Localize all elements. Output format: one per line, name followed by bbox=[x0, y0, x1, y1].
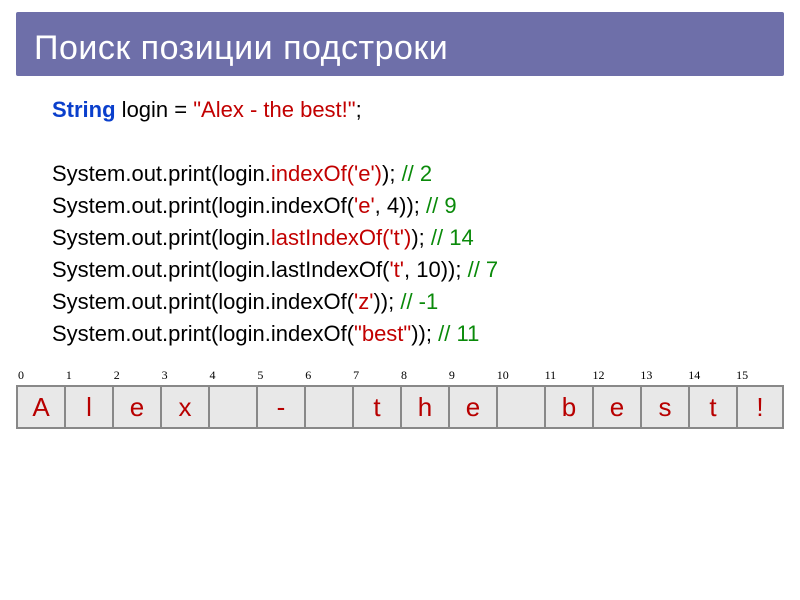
char-cell bbox=[304, 387, 352, 427]
index-cell: 11 bbox=[545, 368, 593, 383]
code-args: 'e' bbox=[354, 193, 375, 218]
code-args: 't' bbox=[389, 257, 404, 282]
slide-body: String login = "Alex - the best!"; Syste… bbox=[16, 94, 784, 350]
code-suffix: ); bbox=[382, 161, 402, 186]
code-line: System.out.print(login.lastIndexOf('t'))… bbox=[52, 222, 760, 254]
index-cell: 6 bbox=[305, 368, 353, 383]
code-suffix: , 10)); bbox=[404, 257, 468, 282]
code-args: ('e') bbox=[347, 161, 382, 186]
index-cell: 5 bbox=[257, 368, 305, 383]
code-args: 'z' bbox=[354, 289, 373, 314]
code-line-declaration: String login = "Alex - the best!"; bbox=[52, 94, 760, 126]
code-pre: System.out.print(login.indexOf( bbox=[52, 193, 354, 218]
code-pre: System.out.print(login.indexOf( bbox=[52, 321, 354, 346]
char-cell: A bbox=[16, 387, 64, 427]
code-method: indexOf bbox=[271, 161, 347, 186]
code-comment: // 14 bbox=[431, 225, 474, 250]
code-line: System.out.print(login.indexOf('z')); //… bbox=[52, 286, 760, 318]
index-cell: 9 bbox=[449, 368, 497, 383]
index-cell: 4 bbox=[210, 368, 258, 383]
code-comment: // -1 bbox=[400, 289, 438, 314]
char-cell: x bbox=[160, 387, 208, 427]
index-cell: 2 bbox=[114, 368, 162, 383]
code-suffix: ); bbox=[411, 225, 431, 250]
code-suffix: , 4)); bbox=[375, 193, 426, 218]
decl-string-literal: "Alex - the best!" bbox=[193, 97, 355, 122]
code-pre: System.out.print(login. bbox=[52, 225, 271, 250]
code-line: System.out.print(login.lastIndexOf('t', … bbox=[52, 254, 760, 286]
keyword-string: String bbox=[52, 97, 116, 122]
code-pre: System.out.print(login.indexOf( bbox=[52, 289, 354, 314]
char-cell: s bbox=[640, 387, 688, 427]
char-cell: t bbox=[352, 387, 400, 427]
char-cell: - bbox=[256, 387, 304, 427]
char-cell bbox=[208, 387, 256, 427]
code-line: System.out.print(login.indexOf('e', 4));… bbox=[52, 190, 760, 222]
index-cell: 1 bbox=[66, 368, 114, 383]
char-cell: ! bbox=[736, 387, 784, 427]
code-line: System.out.print(login.indexOf("best"));… bbox=[52, 318, 760, 350]
code-pre: System.out.print(login.lastIndexOf( bbox=[52, 257, 389, 282]
char-cell: t bbox=[688, 387, 736, 427]
char-cell: l bbox=[64, 387, 112, 427]
index-cell: 3 bbox=[162, 368, 210, 383]
code-pre: System.out.print(login. bbox=[52, 161, 271, 186]
title-bar: Поиск позиции подстроки bbox=[16, 12, 784, 76]
code-lines: System.out.print(login.indexOf('e')); //… bbox=[52, 158, 760, 350]
index-cell: 14 bbox=[688, 368, 736, 383]
code-suffix: )); bbox=[411, 321, 438, 346]
code-args: "best" bbox=[354, 321, 411, 346]
char-cell: e bbox=[448, 387, 496, 427]
code-comment: // 11 bbox=[438, 321, 479, 346]
index-cell: 15 bbox=[736, 368, 784, 383]
code-comment: // 2 bbox=[402, 161, 433, 186]
slide-title: Поиск позиции подстроки bbox=[34, 29, 448, 68]
index-cell: 10 bbox=[497, 368, 545, 383]
decl-mid: login = bbox=[116, 97, 194, 122]
code-line: System.out.print(login.indexOf('e')); //… bbox=[52, 158, 760, 190]
char-row: Alex - the best! bbox=[16, 385, 784, 429]
blank-line bbox=[52, 126, 760, 158]
code-suffix: )); bbox=[373, 289, 400, 314]
code-comment: // 7 bbox=[468, 257, 499, 282]
index-cell: 0 bbox=[18, 368, 66, 383]
char-cell: e bbox=[112, 387, 160, 427]
code-method: lastIndexOf bbox=[271, 225, 382, 250]
char-cell: b bbox=[544, 387, 592, 427]
index-cell: 7 bbox=[353, 368, 401, 383]
slide: Поиск позиции подстроки String login = "… bbox=[0, 0, 800, 600]
index-cell: 13 bbox=[640, 368, 688, 383]
char-cell: h bbox=[400, 387, 448, 427]
index-cell: 12 bbox=[593, 368, 641, 383]
code-args: ('t') bbox=[382, 225, 411, 250]
char-cell: e bbox=[592, 387, 640, 427]
index-cell: 8 bbox=[401, 368, 449, 383]
decl-terminator: ; bbox=[356, 97, 362, 122]
char-cell bbox=[496, 387, 544, 427]
code-comment: // 9 bbox=[426, 193, 457, 218]
index-row: 0123456789101112131415 bbox=[16, 368, 784, 383]
